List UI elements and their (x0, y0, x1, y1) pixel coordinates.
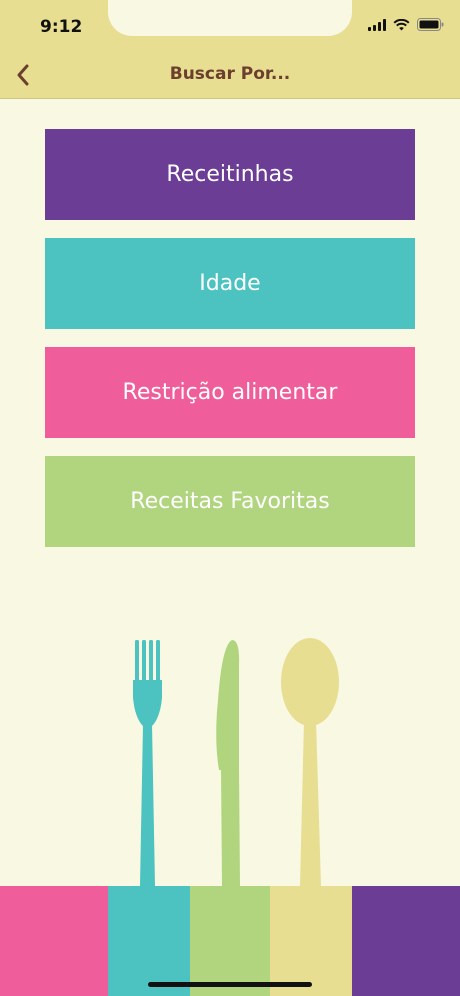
status-bar: 9:12 (0, 0, 460, 56)
home-indicator (148, 982, 312, 987)
navigation-bar: Buscar Por... (0, 56, 460, 98)
receitinhas-button[interactable]: Receitinhas (45, 129, 415, 220)
spoon-icon (281, 638, 339, 886)
button-label: Receitas Favoritas (130, 489, 330, 514)
cellular-signal-icon (368, 18, 386, 31)
knife-icon (216, 640, 240, 886)
restricao-alimentar-button[interactable]: Restrição alimentar (45, 347, 415, 438)
footer-stripe-green (190, 886, 270, 996)
cutlery-illustration (133, 638, 339, 886)
receitas-favoritas-button[interactable]: Receitas Favoritas (45, 456, 415, 547)
status-icons (368, 18, 444, 31)
screen-notch (108, 0, 352, 36)
footer-color-band (0, 886, 460, 996)
search-options-menu: Receitinhas Idade Restrição alimentar Re… (45, 129, 415, 565)
fork-icon (133, 640, 162, 886)
wifi-icon (393, 18, 410, 30)
button-label: Idade (199, 271, 261, 296)
battery-icon (417, 18, 444, 31)
status-time: 9:12 (40, 17, 83, 37)
button-label: Restrição alimentar (122, 380, 338, 405)
top-bar: 9:12 Buscar Por... (0, 0, 460, 99)
footer-stripe-teal (108, 886, 190, 996)
footer-stripe-purple (352, 886, 460, 996)
footer-stripe-pink (0, 886, 108, 996)
button-label: Receitinhas (166, 162, 294, 187)
idade-button[interactable]: Idade (45, 238, 415, 329)
page-title: Buscar Por... (169, 64, 291, 84)
footer-stripe-yellow (270, 886, 352, 996)
